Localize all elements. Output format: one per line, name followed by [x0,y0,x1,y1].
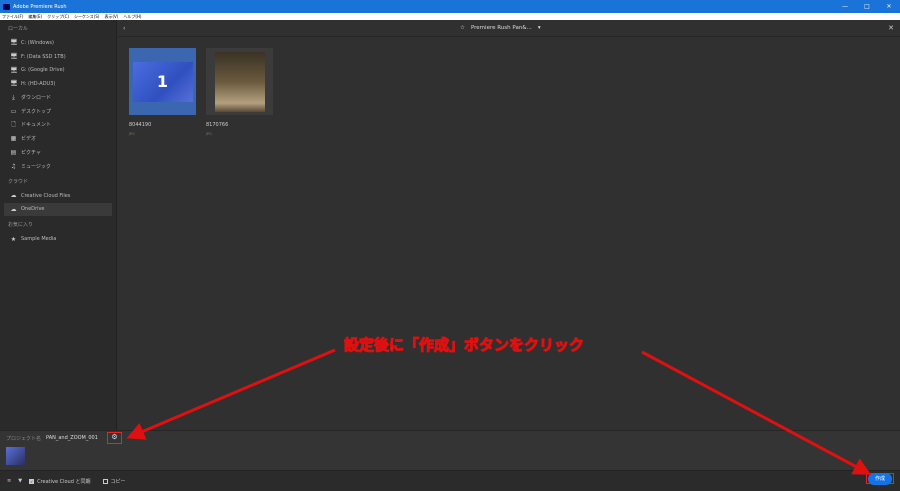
file-name: 8170766 [206,122,229,128]
bottom-toolbar: ≡ ▼ ✓ Creative Cloud と同期 コピー 作成 [0,470,900,491]
copy-label: コピー [110,478,126,485]
sidebar-item-desktop[interactable]: ▭ デスクトップ [0,104,116,118]
menu-sequence[interactable]: シーケンス(S) [74,14,99,20]
file-browser: ‹ ☆ Premiere Rush Pan&... ▾ ✕ 1 8044190 … [118,20,900,430]
close-window-button[interactable]: ✕ [878,0,900,13]
monitor-icon: 🖥 [10,66,18,74]
file-type: JPG [129,132,135,136]
sidebar-item-music[interactable]: ♫ ミュージック [0,159,116,173]
item-label: ミュージック [21,163,51,170]
selected-media-thumbnail[interactable] [6,447,25,465]
sort-icon[interactable]: ≡ [7,478,11,484]
folder-name: Premiere Rush Pan&... [470,25,532,31]
app-title: Adobe Premiere Rush [13,3,67,10]
gear-icon[interactable]: ⚙ [107,432,122,444]
project-panel: プロジェクト名 PAN_and_ZOOM_001 ⚙ [0,430,900,470]
menu-view[interactable]: 表示(V) [104,14,118,20]
document-icon: 🗋 [11,120,16,128]
star-icon: ★ [10,235,17,243]
file-tile[interactable]: 8170766 JPG [206,48,273,136]
annotation-text: 設定後に「作成」ボタンをクリック [343,336,585,355]
sync-label: Creative Cloud と同期 [37,478,91,485]
sidebar-item-downloads[interactable]: ⤓ ダウンロード [0,91,116,105]
minimize-button[interactable]: — [834,0,856,13]
item-label: ダウンロード [21,95,52,102]
menu-help[interactable]: ヘルプ(H) [123,14,141,20]
file-type: JPG [206,132,212,136]
section-local: ローカル [8,26,29,32]
copy-checkbox[interactable]: コピー [102,478,126,485]
menu-file[interactable]: ファイル(F) [2,14,23,20]
back-button[interactable]: ‹ [123,25,125,32]
item-label: ピクチャ [21,149,41,156]
item-label: OneDrive [21,206,45,213]
menu-edit[interactable]: 編集(E) [28,14,42,20]
sidebar-item-sample-media[interactable]: ★ Sample Media [0,232,116,246]
item-label: C: (Windows) [21,39,54,46]
sidebar-item-creative-cloud[interactable]: ☁ Creative Cloud Files [0,189,116,203]
sidebar-item-pictures[interactable]: ▤ ピクチャ [0,146,116,160]
item-label: H: (HD-ADU3) [21,80,56,87]
monitor-icon: 🖥 [10,80,18,88]
item-label: Creative Cloud Files [21,192,71,199]
star-icon[interactable]: ☆ [460,25,465,31]
sidebar-item-h[interactable]: 🖥 H: (HD-ADU3) [0,77,116,91]
app-logo-icon [3,3,10,10]
monitor-icon: 🖥 [10,53,18,61]
browser-topbar: ‹ ☆ Premiere Rush Pan&... ▾ ✕ [118,20,900,37]
creative-cloud-icon: ☁ [10,192,17,200]
sidebar-item-c[interactable]: 🖥 C: (Windows) [0,36,116,50]
section-cloud: クラウド [8,178,29,185]
sidebar-item-onedrive[interactable]: ☁ OneDrive [4,202,112,217]
music-icon: ♫ [10,162,17,170]
thumbnail-image: 1 [132,61,193,102]
thumbnail-image [214,51,265,112]
download-icon: ⤓ [12,93,15,101]
item-label: Sample Media [21,236,57,243]
chevron-down-icon: ▾ [537,25,541,31]
item-label: ドキュメント [21,122,52,129]
sidebar-item-videos[interactable]: ▦ ビデオ [0,132,116,146]
sidebar-item-documents[interactable]: 🗋 ドキュメント [0,118,116,132]
picture-icon: ▤ [10,148,17,156]
cloud-icon: ☁ [10,205,17,213]
item-label: F: (Data SSD 1TB) [21,53,66,60]
file-tile[interactable]: 1 8044190 JPG [129,48,196,136]
item-label: デスクトップ [21,108,52,115]
project-name-label: プロジェクト名 [6,436,42,442]
film-icon: ▦ [10,135,17,143]
item-label: ビデオ [21,136,37,143]
sidebar-item-f[interactable]: 🖥 F: (Data SSD 1TB) [0,50,116,64]
folder-selector[interactable]: ☆ Premiere Rush Pan&... ▾ [460,25,541,31]
filter-icon[interactable]: ▼ [18,478,22,484]
maximize-button[interactable]: □ [856,0,878,13]
menu-bar: ファイル(F) 編集(E) クリップ(C) シーケンス(S) 表示(V) ヘルプ… [0,13,900,20]
sidebar: ローカル 🖥 C: (Windows) 🖥 F: (Data SSD 1TB) 🖥 G… [0,20,117,430]
file-name: 8044190 [129,122,152,128]
item-label: G: (Google Drive) [21,67,65,74]
menu-clip[interactable]: クリップ(C) [47,14,69,20]
title-bar: Adobe Premiere Rush — □ ✕ [0,0,900,13]
monitor-icon: 🖥 [10,39,18,47]
sidebar-item-g[interactable]: 🖥 G: (Google Drive) [0,63,116,77]
close-icon[interactable]: ✕ [888,24,894,32]
section-favorites: お気に入り [8,222,34,229]
selection-order-badge: 1 [156,72,169,91]
desktop-icon: ▭ [10,107,17,115]
create-button[interactable]: 作成 [867,473,892,485]
project-name-input[interactable]: PAN_and_ZOOM_001 [46,435,98,441]
sync-checkbox[interactable]: ✓ Creative Cloud と同期 [29,478,91,485]
